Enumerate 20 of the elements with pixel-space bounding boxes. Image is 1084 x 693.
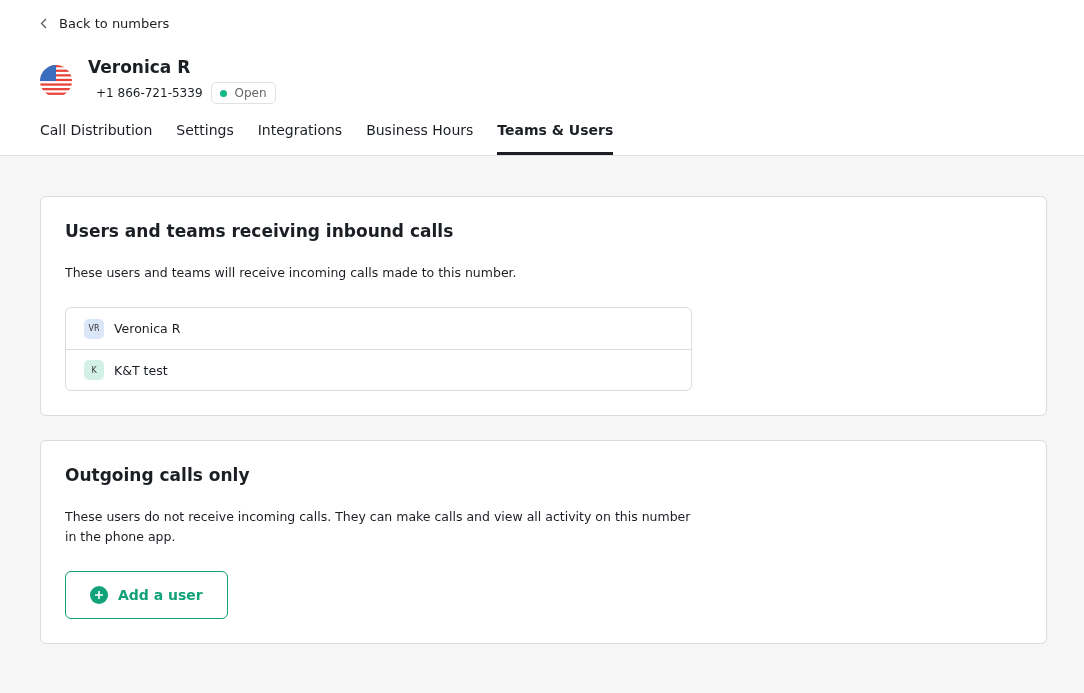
chevron-left-icon — [40, 18, 47, 29]
number-name: Veronica R — [88, 57, 192, 77]
status-badge: Open — [210, 82, 276, 104]
back-link[interactable]: Back to numbers — [40, 16, 170, 31]
member-name: Veronica R — [114, 321, 181, 336]
section-description: These users and teams will receive incoming calls made to this number. — [65, 264, 518, 282]
tab[interactable]: Call Distribution — [40, 118, 153, 155]
member-name: K&T test — [114, 362, 168, 378]
phone-number: +1 866-721-5339 — [96, 86, 203, 100]
section-title: Users and teams receiving inbound calls — [65, 221, 455, 241]
initials-avatar: VR — [84, 318, 104, 339]
initials-avatar: K — [84, 360, 104, 380]
tab[interactable]: Teams & Users — [497, 118, 614, 155]
tab[interactable]: Business Hours — [366, 118, 474, 155]
tab[interactable]: Settings — [176, 118, 234, 155]
section-title: Outgoing calls only — [65, 465, 251, 485]
plus-circle-icon — [90, 586, 108, 604]
tab[interactable]: Integrations — [257, 118, 343, 155]
section-description: These users do not receive incoming calls. They can make calls and view all activity on this number in the phone app. — [65, 508, 692, 546]
flag-icon — [40, 64, 72, 97]
